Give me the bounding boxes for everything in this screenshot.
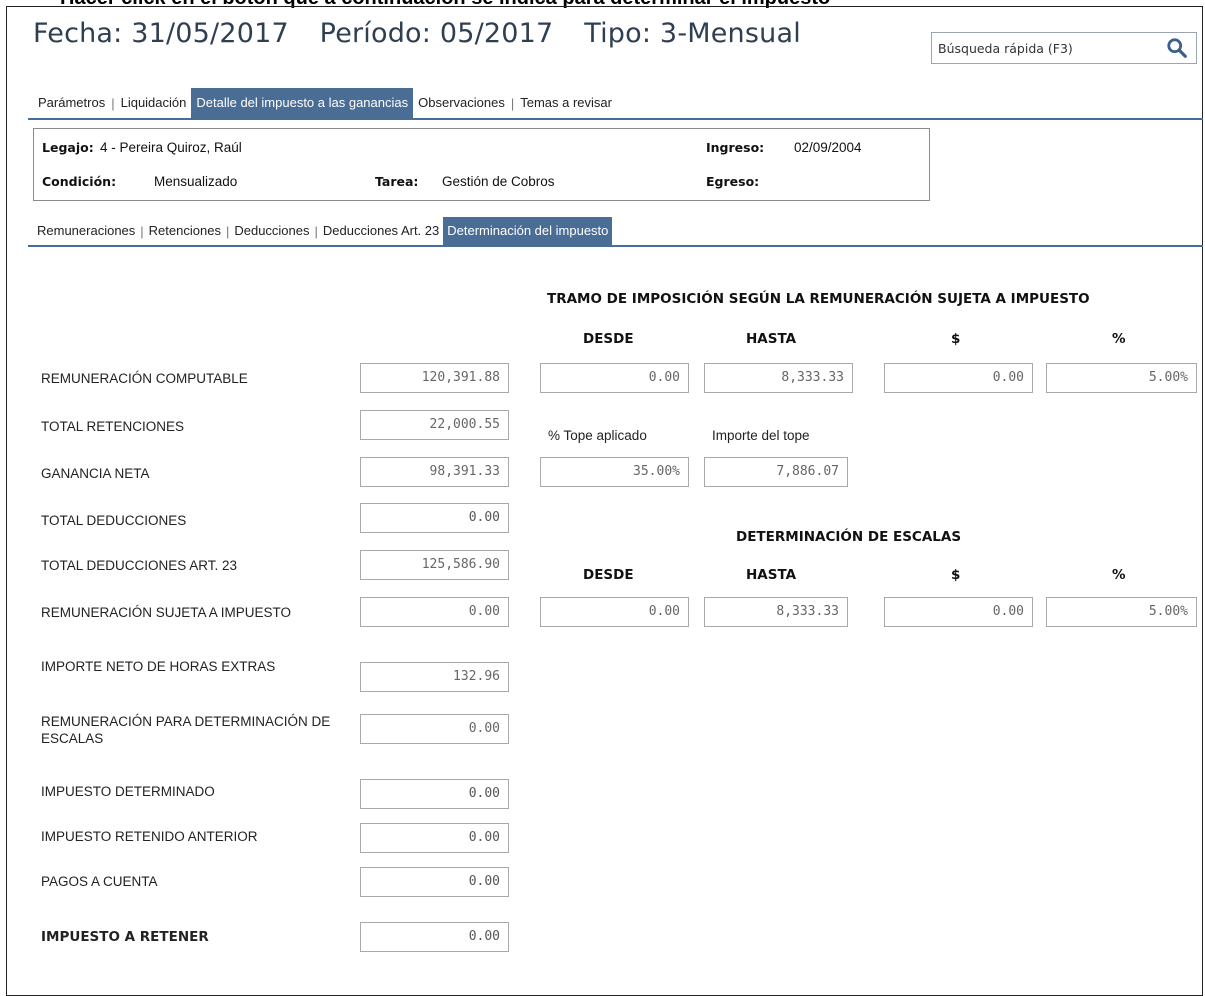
tab-observaciones[interactable]: Observaciones: [413, 88, 510, 118]
row-label-impuesto-determinado: IMPUESTO DETERMINADO: [41, 784, 215, 799]
fecha-title: Fecha: 31/05/2017: [33, 18, 289, 49]
tab-detalle-impuesto[interactable]: Detalle del impuesto a las ganancias: [191, 88, 414, 118]
row-value-remuneracion-escalas: 0.00: [360, 714, 509, 744]
row-label-pagos-a-cuenta: PAGOS A CUENTA: [41, 874, 158, 889]
escalas-hasta-value: 8,333.33: [704, 597, 848, 627]
row-value-remuneracion-sujeta: 0.00: [360, 597, 509, 627]
condicion-label: Condición:: [42, 174, 117, 189]
tramo-pesos-value: 0.00: [884, 363, 1033, 393]
escalas-pesos-value: 0.00: [884, 597, 1033, 627]
tab-deducciones-art23[interactable]: Deducciones Art. 23: [319, 217, 443, 245]
sub-tabs: Remuneraciones | Retenciones | Deducciones…: [33, 217, 613, 245]
escalas-col-pct: %: [1112, 567, 1126, 583]
page-title: Fecha: 31/05/2017 Período: 05/2017 Tipo:…: [33, 18, 823, 49]
tarea-value: Gestión de Cobros: [442, 174, 555, 189]
escalas-desde-value: 0.00: [540, 597, 689, 627]
tramo-hasta-value: 8,333.33: [704, 363, 853, 393]
row-value-impuesto-retenido-anterior[interactable]: 0.00: [360, 823, 509, 853]
main-tabs: Parámetros | Liquidación Detalle del impu…: [33, 88, 617, 118]
legajo-value: 4 - Pereira Quiroz, Raúl: [100, 140, 242, 155]
row-value-impuesto-determinado[interactable]: 0.00: [360, 779, 509, 809]
row-value-remuneracion-computable: 120,391.88: [360, 363, 509, 393]
row-label-remuneracion-sujeta: REMUNERACIÓN SUJETA A IMPUESTO: [41, 605, 292, 620]
tope-pct-label: % Tope aplicado: [548, 428, 647, 443]
quick-search-box[interactable]: [931, 32, 1197, 64]
tab-deducciones[interactable]: Deducciones: [230, 217, 313, 245]
escalas-col-hasta: HASTA: [746, 567, 797, 583]
row-label-horas-extras: IMPORTE NETO DE HORAS EXTRAS: [41, 659, 276, 674]
tab-remuneraciones[interactable]: Remuneraciones: [33, 217, 139, 245]
row-value-pagos-a-cuenta[interactable]: 0.00: [360, 867, 509, 897]
row-label-total-deducciones-art23: TOTAL DEDUCCIONES ART. 23: [41, 558, 238, 573]
tramo-desde-value: 0.00: [540, 363, 689, 393]
row-value-total-retenciones: 22,000.55: [360, 410, 509, 440]
tramo-col-desde: DESDE: [583, 331, 634, 347]
escalas-col-pesos: $: [951, 567, 961, 583]
tab-temas-revisar[interactable]: Temas a revisar: [515, 88, 617, 118]
legajo-label: Legajo:: [42, 140, 94, 155]
search-icon[interactable]: [1166, 37, 1188, 59]
tipo-title: Tipo: 3-Mensual: [584, 18, 801, 49]
row-value-total-deducciones-art23: 125,586.90: [360, 550, 509, 580]
row-label-remuneracion-escalas: REMUNERACIÓN PARA DETERMINACIÓN DE ESCAL…: [41, 714, 331, 746]
row-label-total-retenciones: TOTAL RETENCIONES: [41, 419, 185, 434]
ingreso-label: Ingreso:: [706, 140, 765, 155]
tope-pct-value: 35.00%: [540, 457, 689, 487]
tab-retenciones[interactable]: Retenciones: [145, 217, 225, 245]
tab-determinacion-impuesto[interactable]: Determinación del impuesto: [443, 217, 613, 245]
quick-search-input[interactable]: [938, 38, 1138, 58]
subtabs-divider: [28, 245, 1203, 247]
escalas-pct-value: 5.00%: [1046, 597, 1197, 627]
condicion-value: Mensualizado: [154, 174, 238, 189]
row-label-ganancia-neta: GANANCIA NETA: [41, 466, 150, 481]
row-value-impuesto-a-retener[interactable]: 0.00: [360, 922, 509, 952]
tabs-divider: [28, 118, 1203, 120]
tope-importe-value: 7,886.07: [704, 457, 848, 487]
row-value-total-deducciones[interactable]: 0.00: [360, 503, 509, 533]
row-label-impuesto-retenido-anterior: IMPUESTO RETENIDO ANTERIOR: [41, 829, 258, 844]
escalas-title: DETERMINACIÓN DE ESCALAS: [736, 529, 962, 545]
periodo-title: Período: 05/2017: [319, 18, 554, 49]
ingreso-value: 02/09/2004: [794, 140, 862, 155]
tramo-title: TRAMO DE IMPOSICIÓN SEGÚN LA REMUNERACIÓ…: [547, 291, 1090, 307]
tramo-col-pct: %: [1112, 331, 1126, 347]
tope-importe-label: Importe del tope: [712, 428, 810, 443]
row-value-horas-extras: 132.96: [360, 662, 509, 692]
tramo-pct-value: 5.00%: [1046, 363, 1197, 393]
tab-parametros[interactable]: Parámetros: [33, 88, 110, 118]
row-label-impuesto-a-retener: IMPUESTO A RETENER: [41, 929, 209, 945]
tramo-col-pesos: $: [951, 331, 961, 347]
tab-liquidacion[interactable]: Liquidación: [116, 88, 192, 118]
row-label-remuneracion-computable: REMUNERACIÓN COMPUTABLE: [41, 371, 248, 386]
row-label-total-deducciones: TOTAL DEDUCCIONES: [41, 513, 187, 528]
tramo-col-hasta: HASTA: [746, 331, 797, 347]
escalas-col-desde: DESDE: [583, 567, 634, 583]
employee-panel: Legajo: 4 - Pereira Quiroz, Raúl Ingreso…: [33, 128, 930, 201]
egreso-label: Egreso:: [706, 174, 760, 189]
row-value-ganancia-neta: 98,391.33: [360, 457, 509, 487]
tarea-label: Tarea:: [375, 174, 419, 189]
